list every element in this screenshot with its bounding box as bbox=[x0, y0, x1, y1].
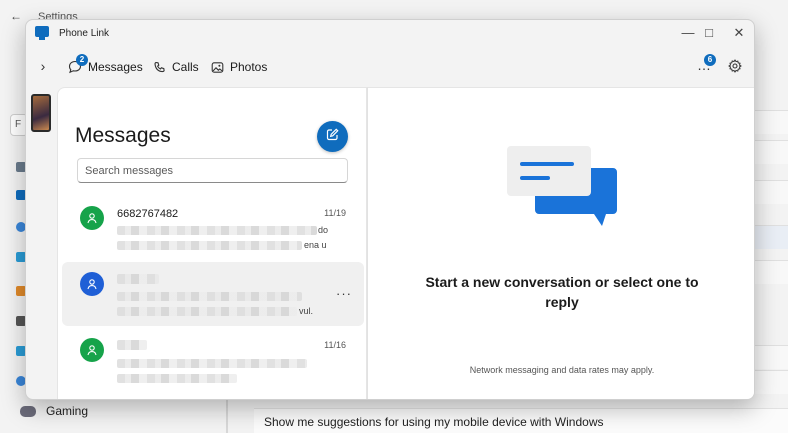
redacted-snippet bbox=[117, 292, 302, 301]
messages-heading: Messages bbox=[75, 124, 171, 147]
redacted-name bbox=[117, 340, 147, 350]
messages-badge: 2 bbox=[76, 54, 88, 66]
settings-nav-gaming[interactable]: Gaming bbox=[20, 404, 88, 418]
compose-icon bbox=[326, 127, 339, 146]
snippet-fragment: do bbox=[318, 225, 329, 235]
phone-icon bbox=[153, 61, 166, 74]
expand-pane-chevron-icon[interactable]: › bbox=[34, 56, 52, 76]
conversation-date: 11/16 bbox=[324, 340, 346, 350]
settings-suggestion-text: Show me suggestions for using my mobile … bbox=[264, 415, 604, 429]
redacted-snippet bbox=[117, 241, 302, 250]
conversation-date: 11/19 bbox=[324, 208, 346, 218]
contact-avatar bbox=[80, 338, 104, 362]
tab-calls[interactable]: Calls bbox=[153, 55, 199, 79]
phone-link-window: Phone Link — □ ✕ › 2 Messages Calls Phot… bbox=[25, 19, 755, 400]
photo-icon bbox=[211, 61, 224, 74]
settings-suggestion-row[interactable]: Show me suggestions for using my mobile … bbox=[254, 408, 788, 433]
snippet-fragment: vul. bbox=[299, 306, 314, 316]
conversation-item[interactable]: 11/16 bbox=[62, 328, 364, 392]
conversation-item[interactable]: 6682767482 11/19 do ena u bbox=[62, 196, 364, 260]
person-icon bbox=[87, 213, 97, 224]
tab-messages[interactable]: 2 Messages bbox=[68, 54, 143, 79]
notifications-badge: 6 bbox=[704, 54, 716, 66]
conversation-detail-pane: Start a new conversation or select one t… bbox=[367, 87, 754, 399]
top-nav: › 2 Messages Calls Photos … 6 bbox=[26, 48, 754, 103]
new-message-button[interactable] bbox=[317, 121, 348, 152]
contact-avatar bbox=[80, 272, 104, 296]
conversation-name: 6682767482 bbox=[117, 208, 179, 220]
settings-row[interactable] bbox=[752, 370, 788, 394]
settings-nav-gaming-label: Gaming bbox=[46, 404, 89, 418]
gear-icon[interactable] bbox=[728, 59, 742, 73]
settings-row[interactable] bbox=[752, 180, 788, 204]
gamepad-icon bbox=[20, 405, 36, 417]
tab-photos[interactable]: Photos bbox=[211, 55, 267, 79]
redacted-snippet bbox=[117, 359, 307, 368]
maximize-button[interactable]: □ bbox=[698, 23, 720, 43]
phone-link-app-icon bbox=[35, 26, 49, 40]
title-bar[interactable]: Phone Link — □ ✕ bbox=[26, 20, 754, 48]
empty-state-title: Start a new conversation or select one t… bbox=[425, 274, 699, 310]
redacted-snippet bbox=[117, 307, 297, 316]
network-rates-note: Network messaging and data rates may app… bbox=[469, 365, 655, 375]
back-arrow-icon[interactable]: ← bbox=[10, 9, 22, 23]
chat-icon: 2 bbox=[68, 54, 88, 74]
person-icon bbox=[87, 279, 97, 290]
contact-avatar bbox=[80, 206, 104, 230]
settings-row[interactable] bbox=[752, 345, 788, 369]
search-messages-input[interactable] bbox=[77, 158, 348, 183]
settings-row[interactable] bbox=[752, 225, 788, 249]
settings-row[interactable] bbox=[752, 140, 788, 164]
connected-phone-thumbnail[interactable] bbox=[31, 94, 51, 132]
minimize-button[interactable]: — bbox=[677, 23, 699, 43]
snippet-fragment: ena u bbox=[304, 240, 327, 250]
tab-photos-label: Photos bbox=[230, 60, 268, 74]
tab-calls-label: Calls bbox=[172, 60, 199, 74]
close-button[interactable]: ✕ bbox=[728, 23, 750, 43]
chat-bubbles-illustration bbox=[507, 146, 617, 226]
person-icon bbox=[87, 345, 97, 356]
messages-pane: Messages 6682767482 11/19 do ena u bbox=[57, 87, 367, 399]
conversation-item-selected[interactable]: vul. ··· bbox=[62, 262, 364, 326]
window-title: Phone Link bbox=[59, 28, 110, 39]
settings-row[interactable] bbox=[752, 110, 788, 134]
redacted-snippet bbox=[117, 374, 237, 383]
redacted-name bbox=[117, 274, 159, 284]
conversation-more-button[interactable]: ··· bbox=[336, 286, 352, 301]
settings-divider bbox=[226, 395, 228, 433]
tab-messages-label: Messages bbox=[88, 60, 143, 74]
settings-row[interactable] bbox=[752, 260, 788, 284]
redacted-snippet bbox=[117, 226, 317, 235]
